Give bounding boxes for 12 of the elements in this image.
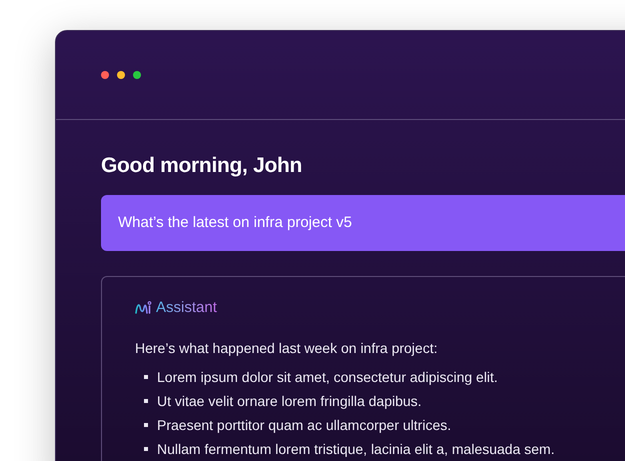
prompt-field[interactable]: What’s the latest on infra project v5 (101, 195, 625, 251)
bullet-icon (144, 374, 148, 378)
bullet-text: Praesent porttitor quam ac ullamcorper ultrices. (157, 416, 452, 434)
greeting-heading: Good morning, John (101, 153, 302, 179)
bullet-text: Nullam fermentum lorem tristique, lacinia elit a, malesuada sem. (157, 440, 555, 458)
bullet-icon (144, 446, 148, 450)
response-intro: Here’s what happened last week on infra project: (135, 338, 438, 356)
bullet-icon (144, 422, 148, 426)
bullet-text: Ut vitae velit ornare lorem fringilla dapibus. (157, 392, 422, 410)
bullet-text: Lorem ipsum dolor sit amet, consectetur adipiscing elit. (157, 368, 498, 386)
assistant-logo-icon (135, 301, 152, 316)
bullet-icon (144, 398, 148, 402)
